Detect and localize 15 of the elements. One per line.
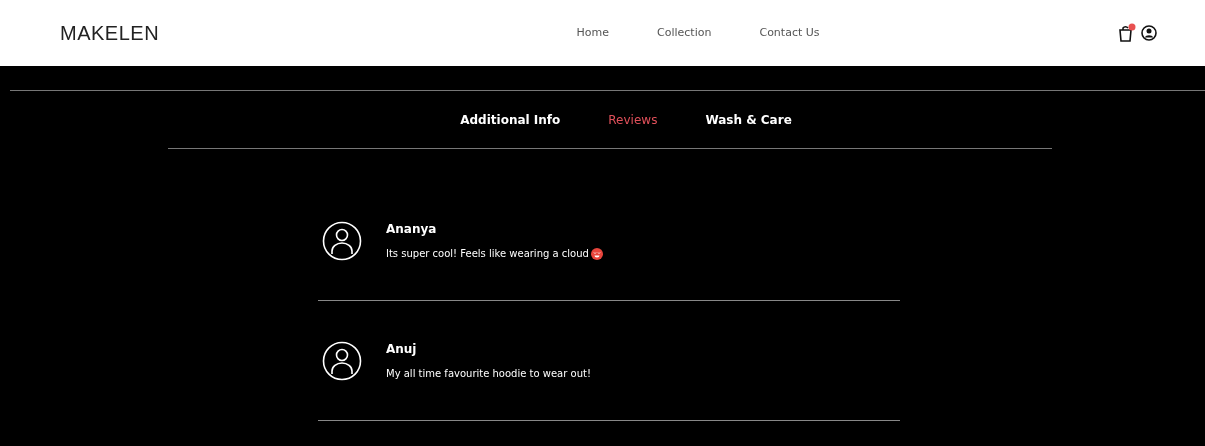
avatar-icon bbox=[322, 220, 362, 261]
brand-logo[interactable]: MAKELEN bbox=[60, 18, 160, 48]
review-text: My all time favourite hoodie to wear out! bbox=[386, 367, 591, 381]
tab[interactable]: Wash & Care bbox=[705, 110, 792, 129]
tab[interactable]: Reviews bbox=[608, 110, 658, 129]
nav-link[interactable]: Contact Us bbox=[759, 24, 820, 42]
tab[interactable]: Additional Info bbox=[460, 110, 561, 129]
nav-link[interactable]: Collection bbox=[657, 24, 712, 42]
review-text: Its super cool! Feels like wearing a cloud bbox=[386, 247, 589, 261]
reviewer-name: Ananya bbox=[386, 221, 438, 238]
reviewer-name: Anuj bbox=[386, 341, 418, 358]
cart-icon[interactable] bbox=[1117, 23, 1137, 43]
nav-link[interactable]: Home bbox=[576, 24, 610, 42]
account-icon[interactable] bbox=[1141, 25, 1157, 41]
avatar-icon bbox=[322, 340, 362, 381]
